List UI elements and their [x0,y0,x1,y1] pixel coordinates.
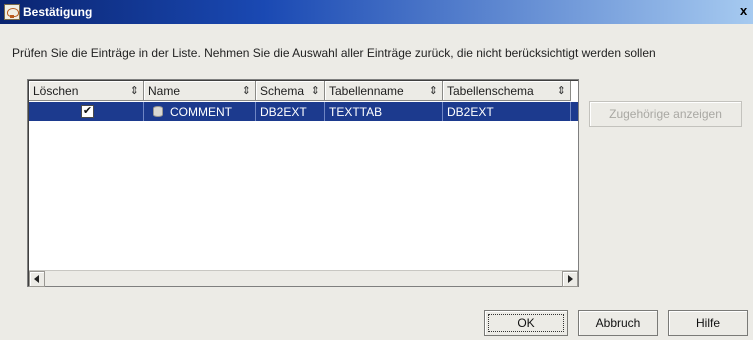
cell-name-text: COMMENT [170,105,232,119]
show-related-button[interactable]: Zugehörige anzeigen [589,101,742,127]
sort-icon: ⇕ [129,85,139,97]
column-header-schema[interactable]: Schema ⇕ [256,81,325,101]
help-button[interactable]: Hilfe [668,310,748,336]
window-title: Bestätigung [23,5,93,19]
scroll-left-icon[interactable] [29,271,45,287]
cancel-button[interactable]: Abbruch [578,310,658,336]
sort-icon: ⇕ [428,85,438,97]
cell-tabellenname: TEXTTAB [325,102,443,121]
ok-button[interactable]: OK [484,310,568,336]
entries-table: Löschen ⇕ Name ⇕ Schema ⇕ Tabellenname ⇕… [27,79,579,287]
table-header: Löschen ⇕ Name ⇕ Schema ⇕ Tabellenname ⇕… [29,81,578,101]
column-header-tabellenschema[interactable]: Tabellenschema ⇕ [443,81,571,101]
table-row[interactable]: ✔ COMMENT DB2EXT TEXTTAB DB2EXT [29,102,578,121]
column-header-tabellenname[interactable]: Tabellenname ⇕ [325,81,443,101]
delete-checkbox[interactable]: ✔ [81,105,94,118]
close-icon[interactable]: x [740,3,747,18]
column-header-loeschen[interactable]: Löschen ⇕ [29,81,144,101]
database-table-icon [153,106,163,117]
cell-loeschen: ✔ [29,102,144,121]
column-label: Name [148,84,181,98]
cell-name: COMMENT [144,102,256,121]
cell-tabellenschema: DB2EXT [443,102,571,121]
horizontal-scrollbar[interactable] [29,270,578,287]
instruction-text: Prüfen Sie die Einträge in der Liste. Ne… [12,46,656,60]
app-icon [4,4,20,20]
sort-icon: ⇕ [556,85,566,97]
column-label: Schema [260,84,305,98]
column-header-name[interactable]: Name ⇕ [144,81,256,101]
column-label: Tabellenschema [447,84,534,98]
column-label: Löschen [33,84,79,98]
cell-schema: DB2EXT [256,102,325,121]
title-bar: Bestätigung x [0,0,753,24]
sort-icon: ⇕ [241,85,251,97]
column-label: Tabellenname [329,84,404,98]
sort-icon: ⇕ [310,85,320,97]
ok-button-label: OK [517,316,535,330]
scroll-right-icon[interactable] [562,271,578,287]
